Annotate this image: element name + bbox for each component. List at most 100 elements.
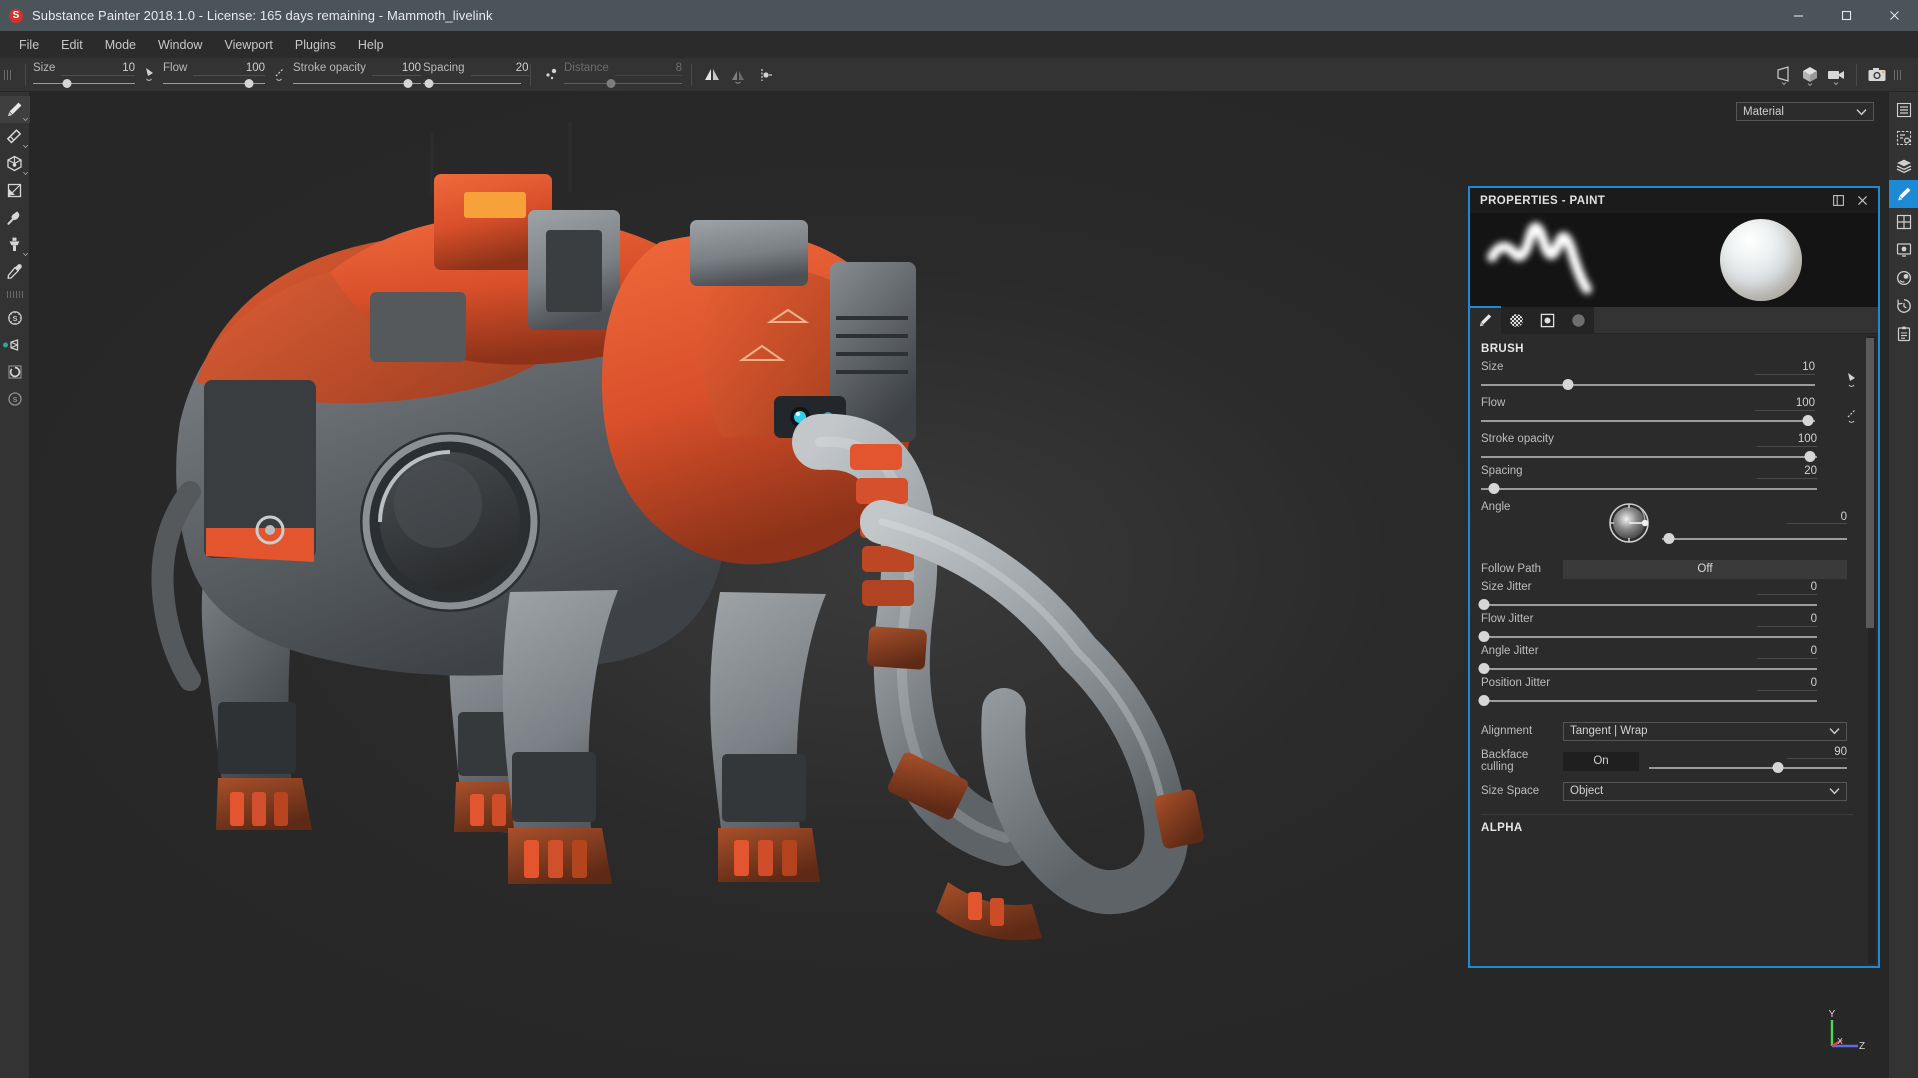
- brush-angle-jitter-value[interactable]: 0: [1757, 645, 1817, 659]
- pen-pressure-flow-icon[interactable]: [267, 60, 293, 90]
- close-button[interactable]: [1870, 0, 1918, 31]
- dock-log[interactable]: [1889, 320, 1918, 348]
- polygon-fill-tool[interactable]: [0, 177, 30, 204]
- dock-panel-icon[interactable]: [1826, 190, 1850, 212]
- toolbar-spacing-slider[interactable]: [423, 79, 521, 88]
- brush-size-jitter-slider[interactable]: [1481, 599, 1817, 610]
- settings-tool[interactable]: S: [0, 385, 30, 412]
- toolbar-right-icons: [1771, 60, 1918, 90]
- brush-angle-jitter-slider[interactable]: [1481, 663, 1817, 674]
- paint-brush-tool[interactable]: [0, 96, 30, 123]
- brush-size-value[interactable]: 10: [1755, 361, 1815, 375]
- minimize-button[interactable]: [1774, 0, 1822, 31]
- shading-cube-icon[interactable]: [1797, 60, 1823, 90]
- properties-panel-header: PROPERTIES - PAINT: [1470, 188, 1878, 213]
- angle-dial[interactable]: [1605, 497, 1657, 549]
- properties-panel-title: PROPERTIES - PAINT: [1480, 195, 1605, 207]
- screenshot-camera-icon[interactable]: [1864, 60, 1890, 90]
- toolbar-spacing-value[interactable]: 20: [471, 62, 529, 76]
- menu-help[interactable]: Help: [347, 34, 395, 56]
- tab-alpha[interactable]: [1501, 307, 1532, 334]
- menu-plugins[interactable]: Plugins: [284, 34, 347, 56]
- properties-scrollbar-thumb[interactable]: [1866, 338, 1874, 628]
- pen-pressure-flow-icon[interactable]: [1837, 399, 1867, 433]
- dock-settings[interactable]: [1889, 236, 1918, 264]
- brush-section-title: BRUSH: [1470, 343, 1867, 361]
- brush-angle-value[interactable]: 0: [1787, 511, 1847, 524]
- toolbar-stroke-opacity-value[interactable]: 100: [372, 62, 421, 76]
- dock-display[interactable]: [1889, 124, 1918, 152]
- toolbar-right-drag-handle[interactable]: [1894, 65, 1903, 85]
- brush-spacing-value[interactable]: 20: [1757, 465, 1817, 479]
- physical-paint-tool[interactable]: [0, 358, 30, 385]
- brush-stroke-opacity-row: Stroke opacity 100: [1470, 433, 1867, 462]
- symmetry-axis-icon[interactable]: [751, 60, 777, 90]
- window-title: Substance Painter 2018.1.0 - License: 16…: [32, 8, 493, 23]
- svg-text:S: S: [12, 314, 17, 323]
- brush-alignment-dropdown[interactable]: Tangent | Wrap: [1563, 722, 1847, 741]
- render-video-icon[interactable]: [1823, 60, 1849, 90]
- toolbar-size-slider[interactable]: [33, 79, 135, 88]
- brush-stroke-opacity-slider[interactable]: [1481, 451, 1817, 462]
- toolbar-flow-value[interactable]: 100: [193, 62, 265, 76]
- menu-mode[interactable]: Mode: [94, 34, 147, 56]
- brush-flow-value[interactable]: 100: [1755, 397, 1815, 411]
- dock-history[interactable]: [1889, 292, 1918, 320]
- symmetry-icon[interactable]: [699, 60, 725, 90]
- brush-size-space-dropdown[interactable]: Object: [1563, 782, 1847, 801]
- properties-close-icon[interactable]: [1850, 190, 1874, 212]
- brush-flow-slider[interactable]: [1481, 415, 1815, 426]
- brush-position-jitter-slider[interactable]: [1481, 695, 1817, 706]
- projection-tool[interactable]: [0, 150, 30, 177]
- toolbar-size-value[interactable]: 10: [61, 62, 135, 76]
- brush-backface-culling-toggle[interactable]: On: [1563, 752, 1639, 771]
- maximize-button[interactable]: [1822, 0, 1870, 31]
- brush-follow-path-button[interactable]: Off: [1563, 560, 1847, 579]
- dock-shelf[interactable]: [1889, 96, 1918, 124]
- brush-size-slider[interactable]: [1481, 379, 1815, 390]
- particle-tool[interactable]: [0, 331, 30, 358]
- dock-properties[interactable]: [1889, 180, 1918, 208]
- symmetry-plane-icon[interactable]: [725, 60, 751, 90]
- menu-viewport[interactable]: Viewport: [213, 34, 283, 56]
- brush-preview-strip: [1470, 213, 1878, 307]
- material-picker-tool[interactable]: S: [0, 304, 30, 331]
- chevron-down-icon: [1829, 727, 1840, 735]
- brush-size-jitter-value[interactable]: 0: [1757, 581, 1817, 595]
- brush-stroke-opacity-value[interactable]: 100: [1757, 433, 1817, 447]
- toolbar-drag-handle[interactable]: [4, 65, 13, 85]
- toolbar-flow-slider[interactable]: [163, 79, 265, 88]
- dock-texture-set[interactable]: [1889, 208, 1918, 236]
- mammoth-front-leg-left: [503, 590, 618, 884]
- window-controls: [1774, 0, 1918, 31]
- menu-file[interactable]: File: [8, 34, 50, 56]
- brush-flow-jitter-slider[interactable]: [1481, 631, 1817, 642]
- spacing-dots-icon[interactable]: [538, 60, 564, 90]
- clone-tool[interactable]: [0, 231, 30, 258]
- brush-backface-culling-slider[interactable]: [1649, 762, 1847, 773]
- brush-size-space-row: Size Space Object: [1470, 777, 1867, 805]
- tab-material[interactable]: [1532, 307, 1563, 334]
- toolbar-stroke-opacity-slider[interactable]: [293, 79, 421, 88]
- pen-pressure-size-icon[interactable]: [1837, 363, 1867, 397]
- material-dropdown[interactable]: Material: [1736, 102, 1874, 121]
- dock-shader[interactable]: [1889, 264, 1918, 292]
- eyedropper-tool[interactable]: [0, 258, 30, 285]
- brush-backface-culling-value[interactable]: 90: [1787, 746, 1847, 759]
- brush-position-jitter-value[interactable]: 0: [1757, 677, 1817, 691]
- smudge-tool[interactable]: [0, 204, 30, 231]
- dock-layers[interactable]: [1889, 152, 1918, 180]
- brush-angle-slider[interactable]: [1662, 533, 1847, 544]
- menu-edit[interactable]: Edit: [50, 34, 94, 56]
- svg-text:Y: Y: [1829, 1009, 1836, 1020]
- brush-spacing-slider[interactable]: [1481, 483, 1817, 494]
- brush-flow-jitter-value[interactable]: 0: [1757, 613, 1817, 627]
- eraser-tool[interactable]: [0, 123, 30, 150]
- properties-scrollbar-track[interactable]: [1868, 336, 1876, 964]
- perspective-camera-icon[interactable]: [1771, 60, 1797, 90]
- tab-shading[interactable]: [1563, 307, 1594, 334]
- tab-brush[interactable]: [1470, 307, 1501, 334]
- menu-window[interactable]: Window: [147, 34, 213, 56]
- properties-paint-panel: PROPERTIES - PAINT: [1468, 186, 1880, 968]
- pen-pressure-size-icon[interactable]: [137, 60, 163, 90]
